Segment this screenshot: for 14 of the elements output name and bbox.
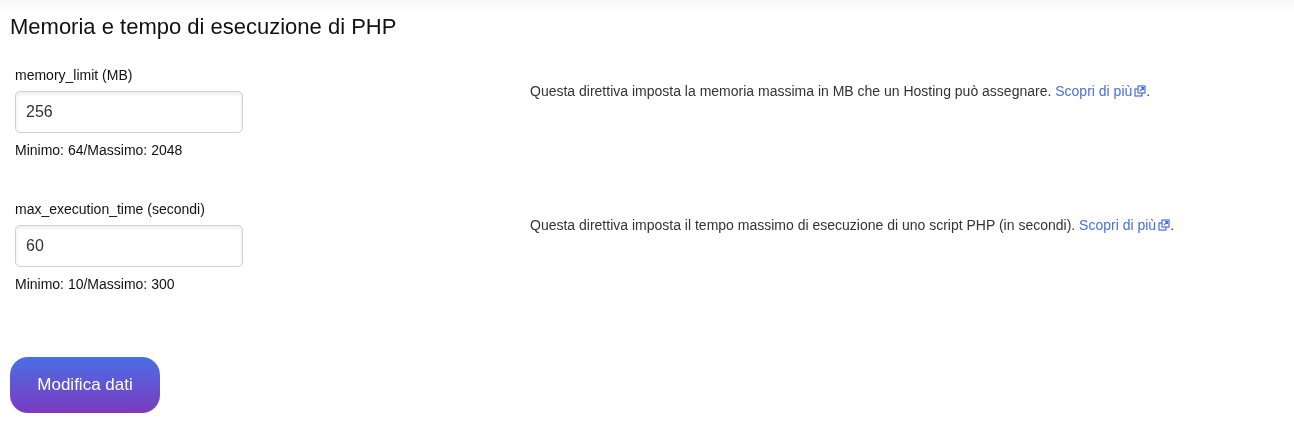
field-label: max_execution_time (secondi) <box>15 201 205 217</box>
external-link-icon <box>1134 85 1147 97</box>
input-field[interactable]: 256 <box>15 91 243 133</box>
learn-more-link[interactable]: Scopri di più <box>1079 217 1171 233</box>
setting-description: Questa direttiva imposta il tempo massimo di esecuzione di uno script PHP (in secondi). Scopri di più . <box>530 217 1176 233</box>
external-link-icon <box>1158 219 1171 231</box>
range-hint: Minimo: 64/Massimo: 2048 <box>15 142 183 158</box>
input-field[interactable]: 60 <box>15 225 243 267</box>
section-title: Memoria e tempo di esecuzione di PHP <box>10 14 398 40</box>
range-hint: Minimo: 10/Massimo: 300 <box>15 276 175 292</box>
field-label: memory_limit (MB) <box>15 67 133 83</box>
submit-button[interactable]: Modifica dati <box>10 357 160 413</box>
setting-description: Questa direttiva imposta la memoria massima in MB che un Hosting può assegnare. Scopri di più . <box>530 83 1152 99</box>
learn-more-link[interactable]: Scopri di più <box>1055 83 1147 99</box>
